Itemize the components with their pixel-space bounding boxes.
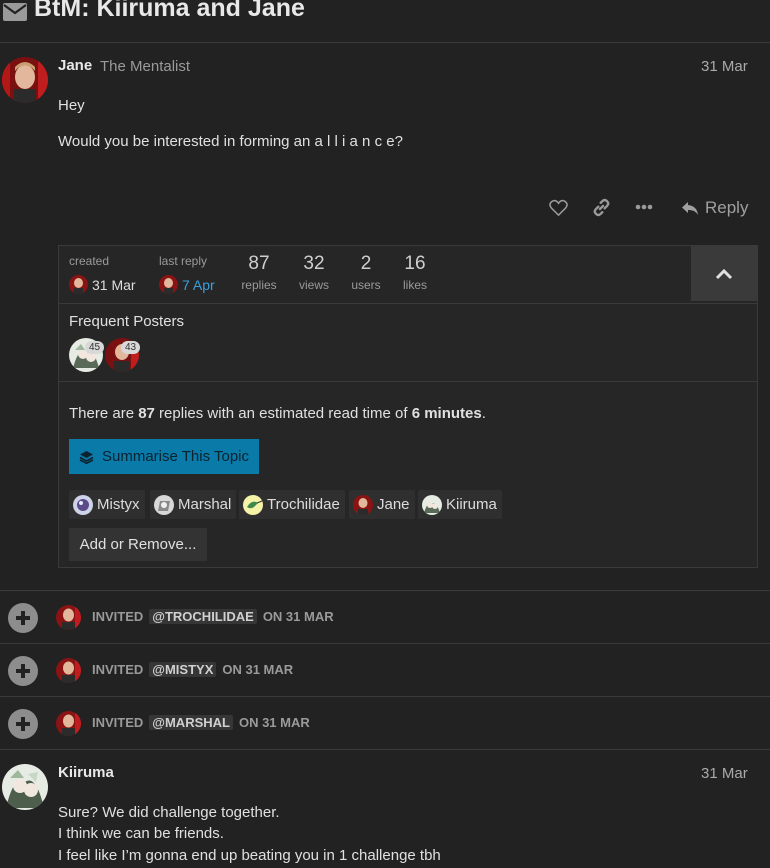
- divider: [59, 381, 757, 382]
- users-label: users: [351, 278, 381, 292]
- avatar-jane[interactable]: [56, 658, 81, 683]
- participant-chip-kiiruma[interactable]: Kiiruma: [418, 490, 502, 519]
- created-date: 31 Mar: [92, 276, 136, 293]
- post-count-badge: 45: [85, 341, 105, 354]
- reply-button[interactable]: Reply: [681, 196, 748, 220]
- avatar-jane[interactable]: [2, 57, 48, 103]
- small-action-row: INVITED @TROCHILIDAE ON 31 MAR: [0, 590, 770, 643]
- user-mention[interactable]: @TROCHILIDAE: [149, 609, 257, 624]
- created-label: created: [69, 254, 110, 268]
- frequent-posters-label: Frequent Posters: [69, 313, 185, 330]
- post-line: Would you be interested in forming an a …: [58, 133, 403, 150]
- avatar-jane[interactable]: [56, 711, 81, 736]
- replies-count: 87: [248, 253, 270, 274]
- avatar-kiiruma: [422, 494, 442, 515]
- post-line: Sure? We did challenge together.: [58, 804, 280, 821]
- avatar-jane: [353, 494, 373, 515]
- link-icon[interactable]: [592, 198, 611, 217]
- summarise-topic-button[interactable]: Summarise This Topic: [69, 439, 259, 474]
- topic-title[interactable]: BtM: Kiiruma and Jane: [34, 0, 305, 23]
- likes-label: likes: [402, 278, 427, 292]
- avatar-marshal: [154, 494, 174, 515]
- collapse-topic-map-button[interactable]: [691, 246, 757, 301]
- created-value[interactable]: 31 Mar: [69, 275, 136, 294]
- reply-icon: [682, 201, 698, 215]
- views-count: 32: [303, 253, 325, 274]
- envelope-icon: [3, 3, 27, 21]
- post-date[interactable]: 31 Mar: [701, 58, 748, 75]
- chevron-up-icon: [715, 268, 733, 279]
- avatar-trochilidae: [243, 494, 263, 515]
- avatar-kiiruma[interactable]: [2, 764, 48, 810]
- avatar-jane: [159, 275, 178, 294]
- post-username[interactable]: Jane: [58, 57, 92, 74]
- replies-label: replies: [241, 278, 277, 292]
- small-action-text: INVITED @MISTYX ON 31 MAR: [92, 662, 294, 677]
- user-mention[interactable]: @MARSHAL: [149, 715, 233, 730]
- add-or-remove-button[interactable]: Add or Remove...: [69, 528, 207, 561]
- post-count-badge: 43: [121, 341, 141, 354]
- post-line: I feel like I’m gonna end up beating you…: [58, 847, 441, 864]
- last-reply-value[interactable]: 7 Apr: [159, 275, 215, 294]
- last-reply-date: 7 Apr: [182, 276, 215, 293]
- participant-chip-trochilidae[interactable]: Trochilidae: [239, 490, 345, 519]
- ellipsis-icon[interactable]: [635, 204, 653, 210]
- plus-circle-icon: [8, 709, 38, 739]
- small-action-text: INVITED @TROCHILIDAE ON 31 MAR: [92, 609, 334, 624]
- summary-text: There are 87 replies with an estimated r…: [69, 405, 486, 422]
- reply-label: Reply: [705, 198, 749, 217]
- participant-chip-jane[interactable]: Jane: [349, 490, 415, 519]
- avatar-jane[interactable]: [56, 605, 81, 630]
- small-action-row: INVITED @MARSHAL ON 31 MAR: [0, 696, 770, 749]
- users-count: 2: [360, 253, 372, 274]
- plus-circle-icon: [8, 603, 38, 633]
- topic-map-stats: created 31 Mar last reply 7 Apr 87 repli…: [59, 246, 757, 304]
- topic-header: BtM: Kiiruma and Jane: [0, 0, 770, 43]
- last-reply-label: last reply: [159, 254, 208, 268]
- layer-group-icon: [79, 450, 94, 464]
- avatar-jane: [69, 275, 88, 294]
- user-title: The Mentalist: [100, 58, 191, 75]
- views-label: views: [298, 278, 329, 292]
- likes-count: 16: [404, 253, 426, 274]
- small-action-text: INVITED @MARSHAL ON 31 MAR: [92, 715, 310, 730]
- participant-chip-mistyx[interactable]: Mistyx: [69, 490, 145, 519]
- post-line: I think we can be friends.: [58, 825, 224, 842]
- plus-circle-icon: [8, 656, 38, 686]
- small-action-row: INVITED @MISTYX ON 31 MAR: [0, 643, 770, 696]
- post-username[interactable]: Kiiruma: [58, 764, 114, 781]
- avatar-mistyx: [73, 494, 93, 515]
- heart-icon[interactable]: [549, 199, 568, 217]
- post-date[interactable]: 31 Mar: [701, 765, 748, 782]
- post-line: Hey: [58, 97, 85, 114]
- topic-map: created 31 Mar last reply 7 Apr 87 repli…: [58, 245, 758, 568]
- user-mention[interactable]: @MISTYX: [149, 662, 217, 677]
- participant-chip-marshal[interactable]: Marshal: [150, 490, 237, 519]
- divider: [0, 749, 770, 752]
